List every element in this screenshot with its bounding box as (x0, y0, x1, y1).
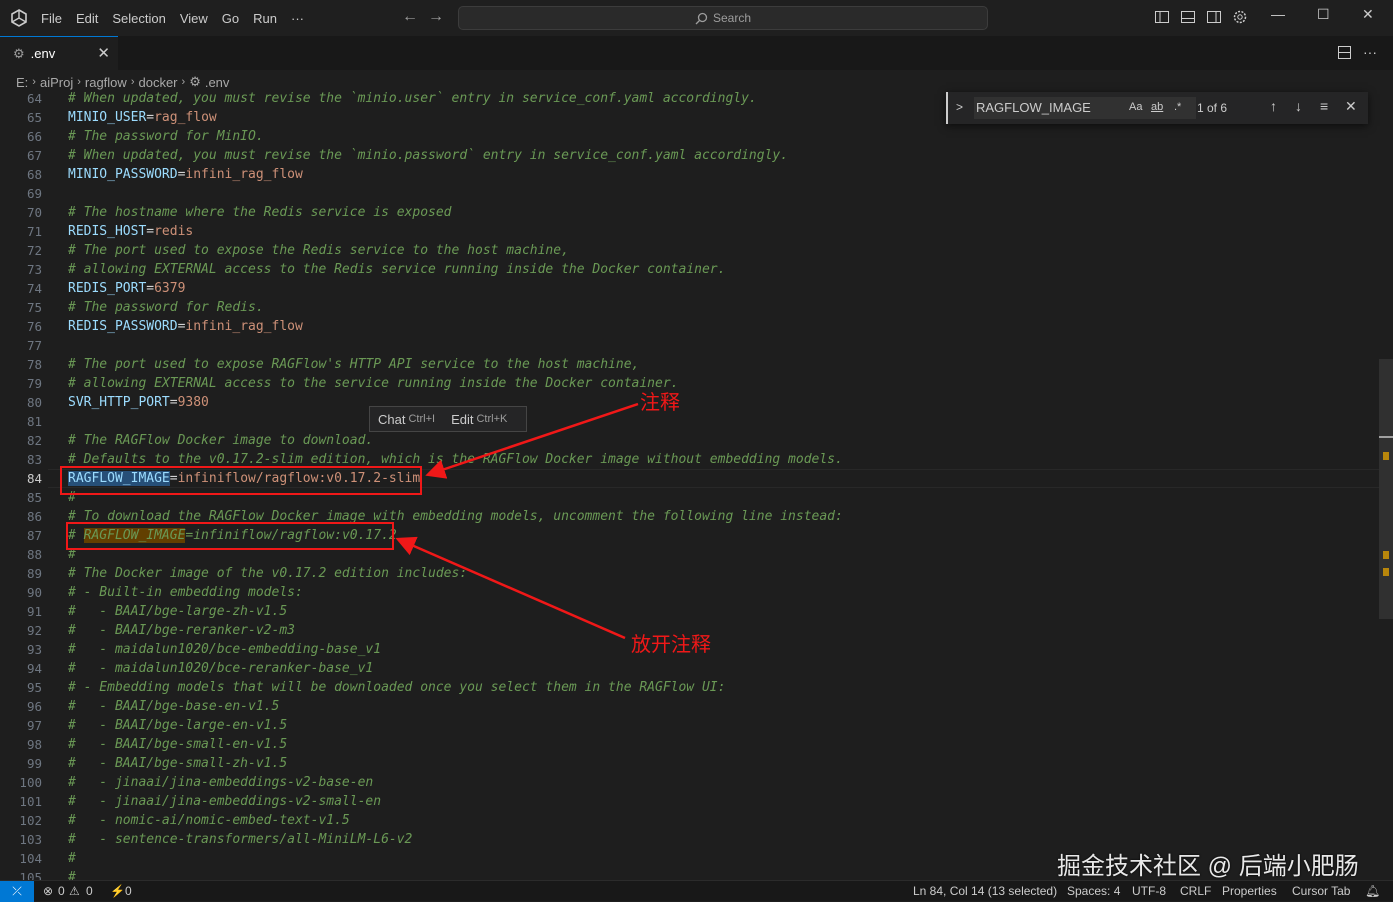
warning-count[interactable]: 0 (86, 884, 93, 898)
cursor-position[interactable]: Ln 84, Col 14 (13 selected) (913, 884, 1057, 898)
bell-icon[interactable]: 🔔︎ (1365, 884, 1380, 898)
ports-count[interactable]: 0 (125, 884, 132, 898)
annotation-uncomment-label: 放开注释 (631, 634, 711, 656)
status-bar: ⤫ ⊗ 0 ⚠ 0 ⚡ 0 Ln 84, Col 14 (13 selected… (0, 880, 1393, 902)
indentation[interactable]: Spaces: 4 (1067, 884, 1120, 898)
annotation-comment-label: 注释 (640, 392, 680, 414)
arrow-to-active-image (425, 402, 639, 479)
remote-icon[interactable]: ⤫ (0, 881, 34, 902)
line-ending[interactable]: CRLF (1180, 884, 1211, 898)
warning-icon[interactable]: ⚠ (69, 884, 80, 898)
annotation-arrows (395, 402, 639, 640)
ports-icon[interactable]: ⚡ (110, 884, 125, 898)
error-icon[interactable]: ⊗ (43, 884, 53, 898)
cursor-tab[interactable]: Cursor Tab (1292, 884, 1350, 898)
encoding[interactable]: UTF-8 (1132, 884, 1166, 898)
language-mode[interactable]: Properties (1222, 884, 1277, 898)
watermark: 掘金技术社区 @ 后端小肥肠 (1057, 853, 1359, 880)
error-count[interactable]: 0 (58, 884, 65, 898)
arrow-to-commented-image (395, 536, 626, 640)
